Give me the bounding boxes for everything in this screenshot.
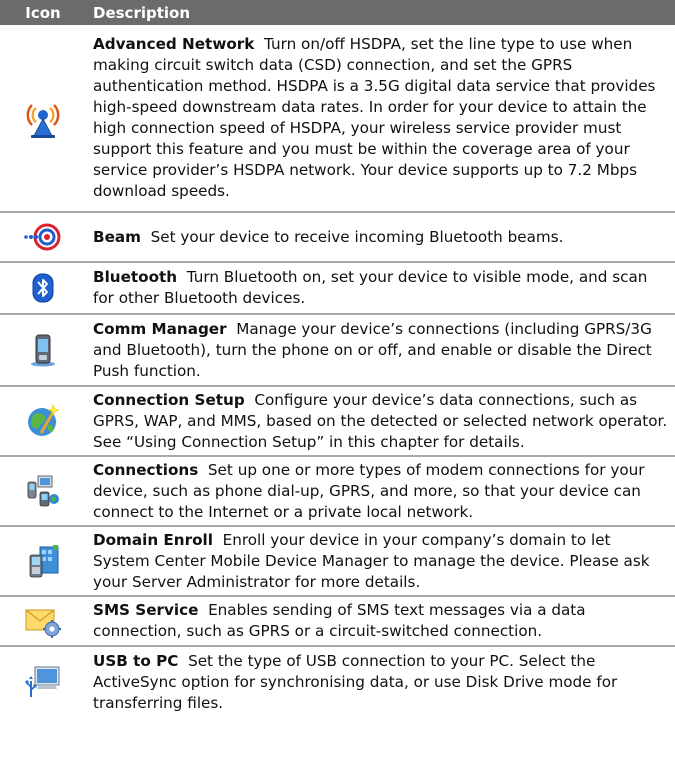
table-header: Icon Description (0, 0, 675, 25)
row-title: USB to PC (93, 651, 179, 670)
table-row-connection-setup: Connection Setup Configure your device’s… (0, 387, 675, 457)
connection-setup-icon (28, 404, 60, 436)
row-title: Beam (93, 227, 141, 246)
row-title: Connections (93, 460, 199, 479)
table-row-usb-to-pc: USB to PC Set the type of USB connection… (0, 647, 675, 717)
settings-table: Icon Description Advanced Network Turn o… (0, 0, 675, 717)
connections-icon (27, 475, 59, 507)
row-title: Advanced Network (93, 35, 255, 53)
table-row-bluetooth: Bluetooth Turn Bluetooth on, set your de… (0, 263, 675, 315)
row-title: Domain Enroll (93, 530, 213, 549)
table-row-comm-manager: Comm Manager Manage your device’s connec… (0, 315, 675, 387)
description-column-header: Description (93, 3, 191, 22)
comm-manager-icon (31, 334, 55, 367)
row-title: SMS Service (93, 601, 199, 619)
bluetooth-icon (32, 273, 54, 303)
row-description: Turn on/off HSDPA, set the line type to … (93, 35, 656, 200)
sms-service-icon (25, 609, 61, 638)
row-title: Bluetooth (93, 268, 178, 286)
icon-column-header: Icon (25, 3, 61, 22)
table-row-sms-service: SMS Service Enables sending of SMS text … (0, 597, 675, 647)
row-description: Turn Bluetooth on, set your device to vi… (93, 268, 648, 307)
table-row-domain-enroll: Domain Enroll Enroll your device in your… (0, 527, 675, 597)
table-row-connections: Connections Set up one or more types of … (0, 457, 675, 527)
row-title: Comm Manager (93, 319, 227, 338)
domain-enroll-icon (29, 545, 59, 578)
table-row-advanced-network: Advanced Network Turn on/off HSDPA, set … (0, 25, 675, 213)
table-row-beam: Beam Set your device to receive incoming… (0, 213, 675, 263)
beam-icon (24, 223, 61, 251)
row-title: Connection Setup (93, 390, 245, 409)
usb-to-pc-icon (25, 666, 60, 697)
row-description: Set your device to receive incoming Blue… (150, 227, 564, 246)
advanced-network-icon (26, 104, 60, 138)
